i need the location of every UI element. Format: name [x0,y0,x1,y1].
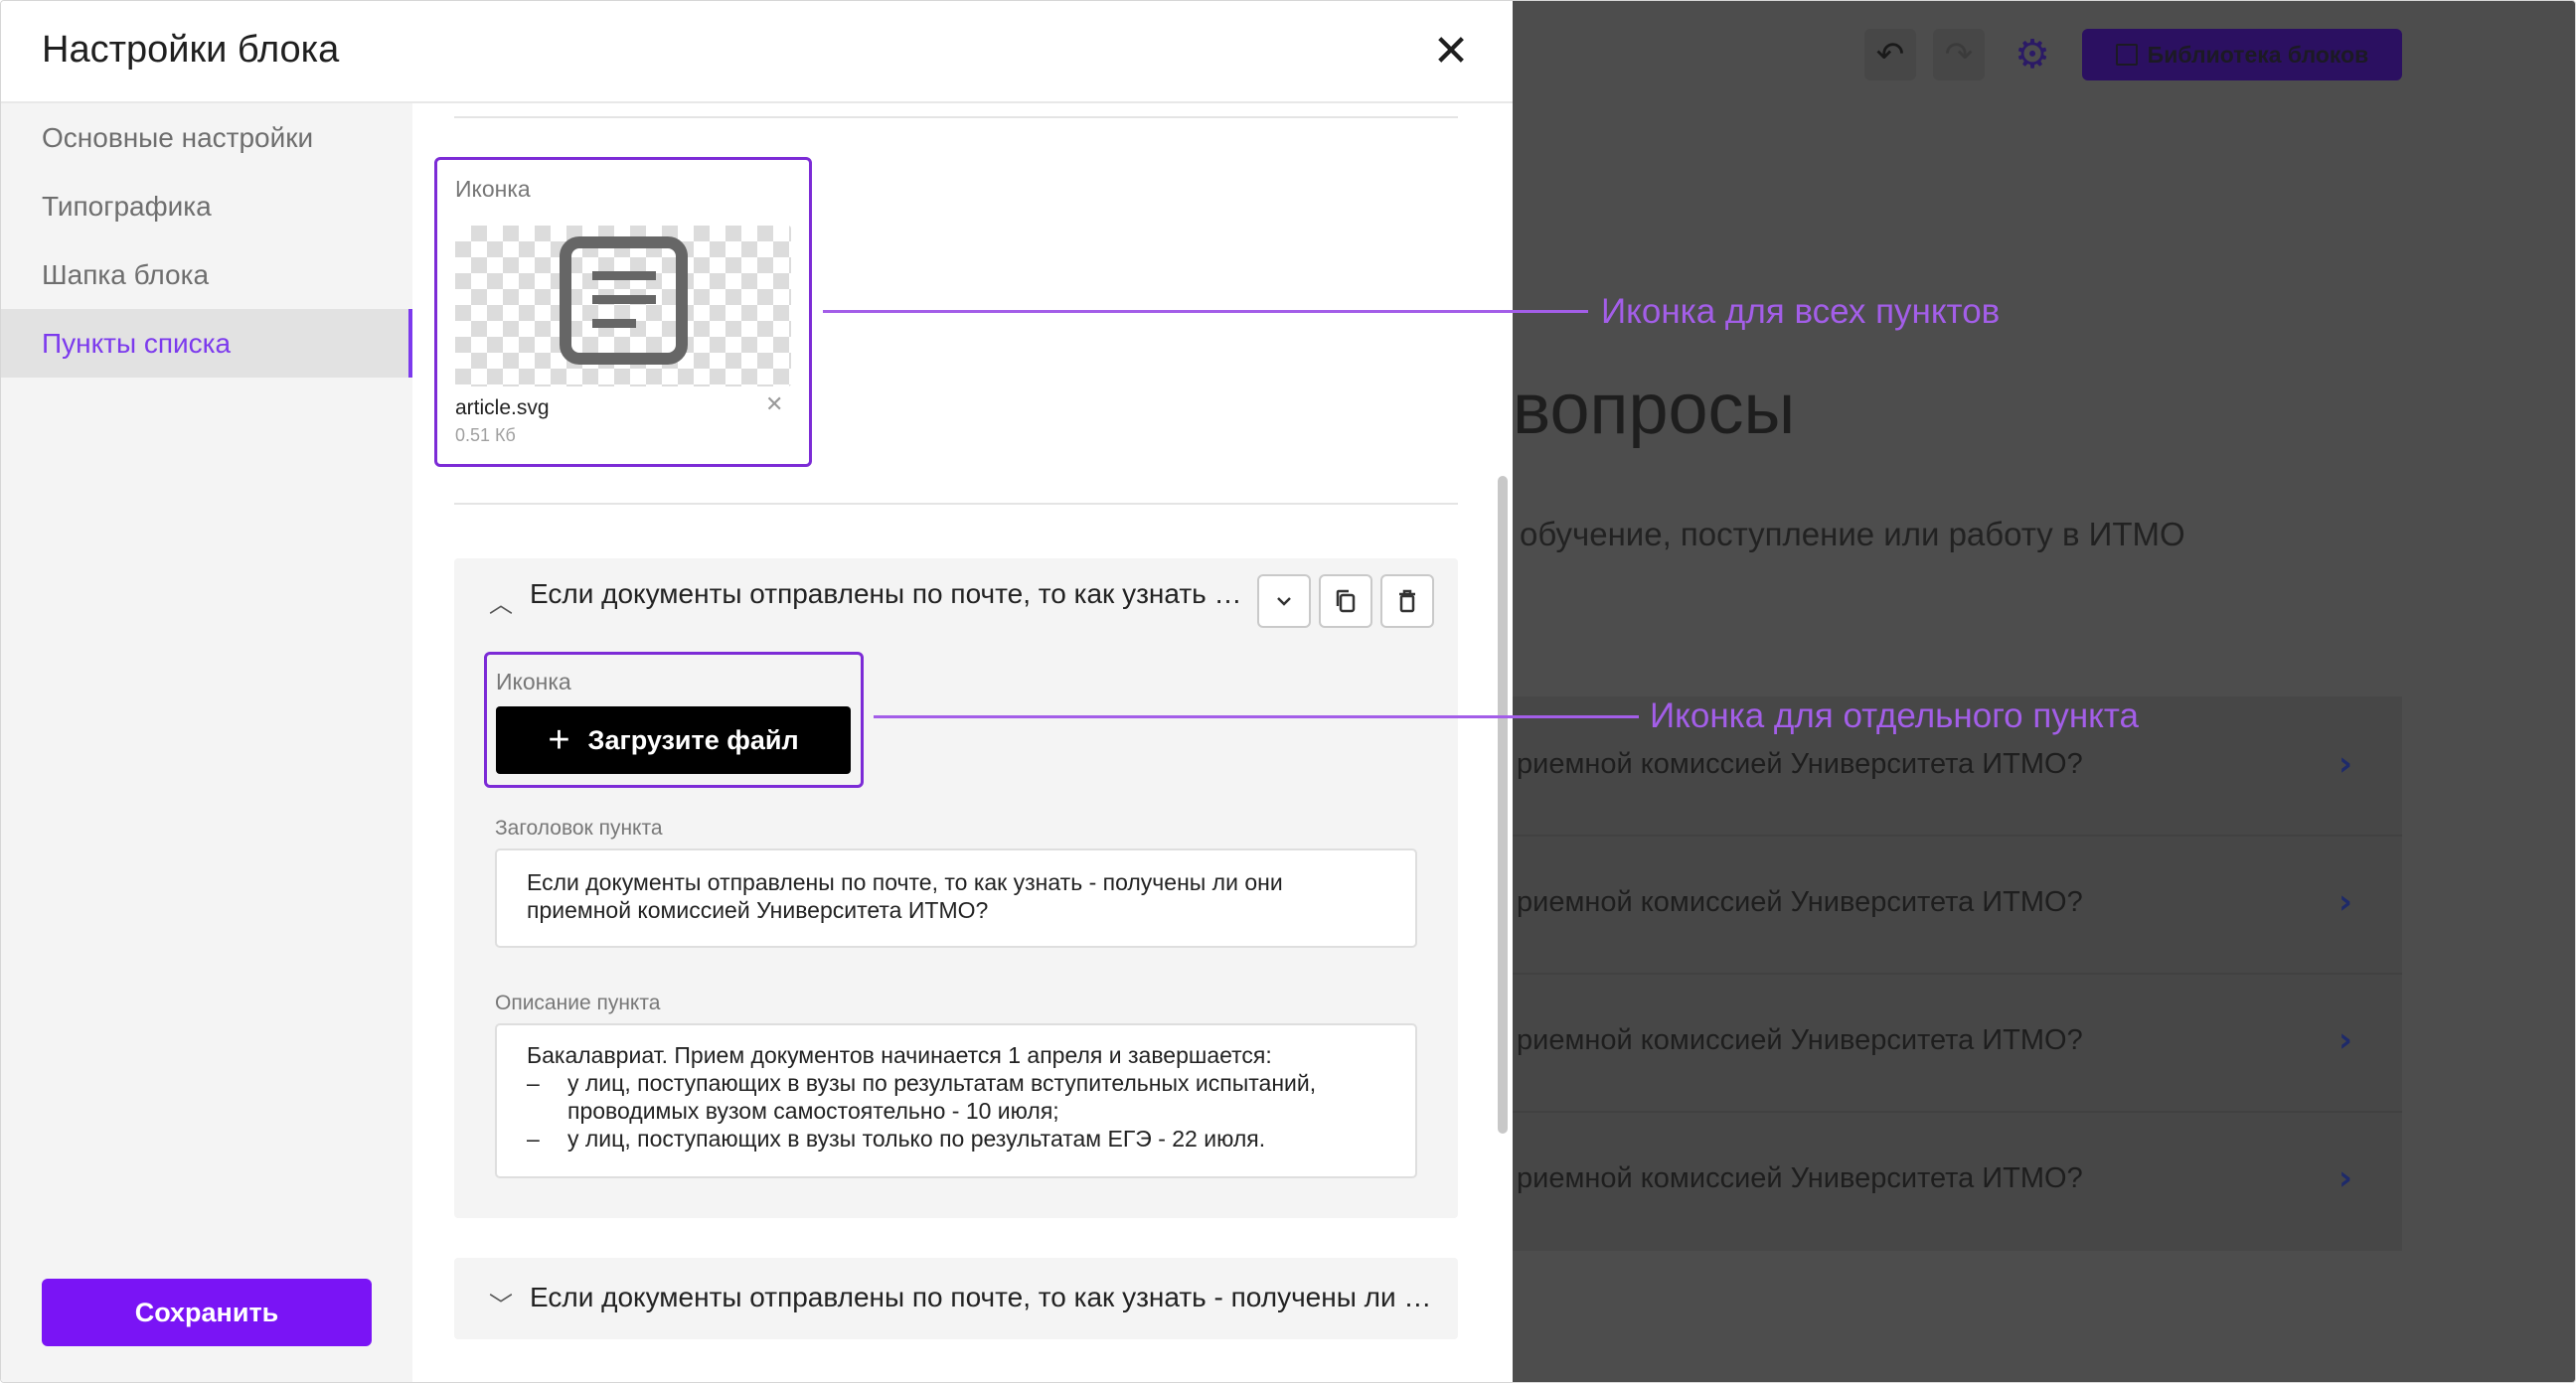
settings-sidebar: Основные настройки Типографика Шапка бло… [1,103,412,1382]
delete-button[interactable] [1380,574,1434,628]
settings-content: Иконка article.svg 0.51 Кб ✕ ︿ Если доку… [412,103,1513,1382]
chevron-down-icon[interactable]: ﹀ [488,1286,514,1319]
list-item-text: риемной комиссией Университета ИТМО? [1517,748,2083,780]
article-icon [560,236,688,365]
block-library-label: Библиотека блоков [2147,41,2369,68]
upload-label: Загрузите файл [587,724,799,755]
list-item[interactable]: риемной комиссией Университета ИТМО? › [1513,835,2402,975]
file-size: 0.51 Кб [455,425,516,445]
field-label: Заголовок пункта [495,817,663,840]
sidebar-item-main-settings[interactable]: Основные настройки [1,103,412,172]
chevron-right-icon: › [2337,1020,2352,1060]
list-item-title[interactable]: Если документы отправлены по почте, то к… [530,578,1249,610]
duplicate-button[interactable] [1319,574,1372,628]
move-down-button[interactable] [1257,574,1311,628]
remove-file-icon[interactable]: ✕ [765,392,783,417]
description-bullet: – у лиц, поступающих в вузы только по рез… [527,1126,1266,1152]
background-title: вопросы [1513,370,1796,449]
field-label: Иконка [496,669,571,694]
background-faq-list: риемной комиссией Университета ИТМО? › р… [1513,696,2402,1251]
item-icon-field: Иконка + Загрузите файл [484,652,864,788]
list-item[interactable]: риемной комиссией Университета ИТМО? › [1513,973,2402,1113]
upload-file-button[interactable]: + Загрузите файл [496,706,851,774]
undo-icon[interactable]: ↶ [1864,29,1916,80]
list-item-text: риемной комиссией Университета ИТМО? [1517,1162,2083,1194]
sidebar-item-list-items[interactable]: Пункты списка [1,309,412,378]
common-icon-field: Иконка article.svg 0.51 Кб ✕ [434,157,812,467]
description-intro: Бакалавриат. Прием документов начинается… [527,1042,1272,1068]
scrollbar[interactable] [1498,476,1508,1134]
annotation-line [823,310,1588,313]
sidebar-item-typography[interactable]: Типографика [1,172,412,240]
annotation-single-item: Иконка для отдельного пункта [1650,696,2139,735]
list-item-text: риемной комиссией Университета ИТМО? [1517,886,2083,918]
image-icon [2115,44,2138,66]
item-description-field[interactable]: Бакалавриат. Прием документов начинается… [495,1023,1417,1178]
description-bullet: – у лиц, поступающих в вузы по результата… [527,1069,1385,1125]
chevron-right-icon: › [2337,882,2352,922]
list-item-card: ︿ Если документы отправлены по почте, то… [454,558,1458,1218]
icon-preview [455,226,791,386]
close-icon[interactable]: ✕ [1428,29,1474,75]
divider [454,116,1458,118]
list-item-card-collapsed[interactable]: ﹀ Если документы отправлены по почте, то… [454,1258,1458,1339]
chevron-down-icon [1277,597,1291,606]
item-heading-field[interactable]: Если документы отправлены по почте, то к… [495,848,1417,948]
plus-icon: + [548,719,570,761]
trash-icon [1399,589,1415,613]
save-button[interactable]: Сохранить [42,1279,372,1346]
list-item-text: риемной комиссией Университета ИТМО? [1517,1024,2083,1056]
gear-icon[interactable]: ⚙ [2007,29,2058,80]
description-bullet-text: у лиц, поступающих в вузы только по резу… [567,1126,1266,1152]
field-label: Иконка [455,176,531,202]
modal-header: Настройки блока ✕ [1,1,1513,103]
annotation-all-items: Иконка для всех пунктов [1601,292,2001,331]
screenshot-frame: ↶ ↷ ⚙ Библиотека блоков вопросы обучение… [0,0,2576,1383]
description-bullet-text: у лиц, поступающих в вузы по результатам… [567,1070,1317,1124]
sidebar-item-block-header[interactable]: Шапка блока [1,240,412,309]
redo-icon[interactable]: ↷ [1933,29,1985,80]
chevron-up-icon[interactable]: ︿ [488,584,514,618]
modal-title: Настройки блока [42,29,340,71]
list-item-title[interactable]: Если документы отправлены по почте, то к… [530,1282,1434,1313]
block-settings-modal: Настройки блока ✕ Основные настройки Тип… [1,1,1513,1382]
chevron-right-icon: › [2337,1158,2352,1198]
block-library-button[interactable]: Библиотека блоков [2082,29,2402,80]
list-item[interactable]: риемной комиссией Университета ИТМО? › [1513,1111,2402,1249]
background-subtitle: обучение, поступление или работу в ИТМО [1520,516,2185,552]
chevron-right-icon: › [2337,744,2352,784]
copy-icon [1336,589,1356,613]
field-label: Описание пункта [495,992,661,1014]
file-name: article.svg [455,396,550,419]
annotation-line [874,715,1639,718]
divider [454,503,1458,505]
